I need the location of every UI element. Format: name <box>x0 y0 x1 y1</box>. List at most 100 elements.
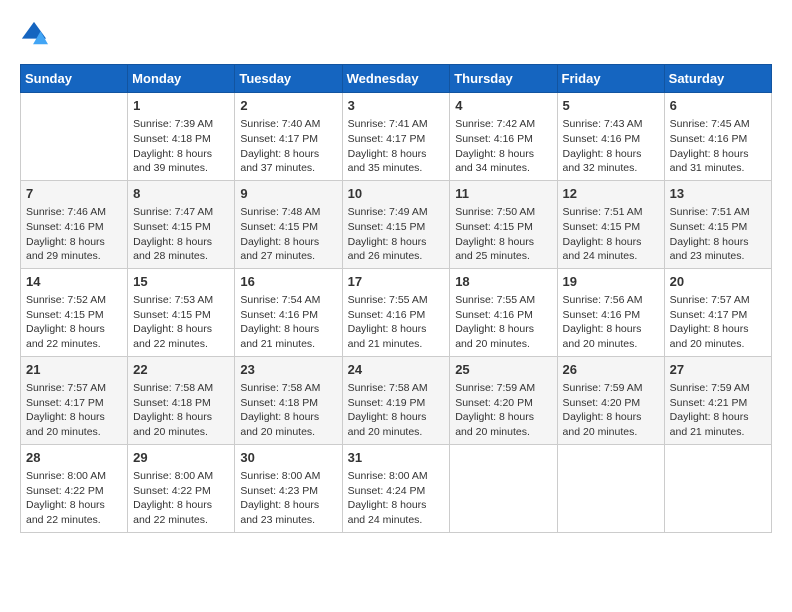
sunrise-text: Sunrise: 7:56 AM <box>563 293 659 308</box>
sunrise-text: Sunrise: 7:55 AM <box>455 293 551 308</box>
logo-icon <box>20 20 48 48</box>
day-number: 17 <box>348 273 445 291</box>
daylight-text: Daylight: 8 hours and 20 minutes. <box>348 410 445 439</box>
sunrise-text: Sunrise: 7:48 AM <box>240 205 336 220</box>
sunset-text: Sunset: 4:19 PM <box>348 396 445 411</box>
daylight-text: Daylight: 8 hours and 37 minutes. <box>240 147 336 176</box>
sunset-text: Sunset: 4:15 PM <box>455 220 551 235</box>
day-number: 13 <box>670 185 766 203</box>
calendar-cell: 16Sunrise: 7:54 AMSunset: 4:16 PMDayligh… <box>235 268 342 356</box>
calendar-cell: 31Sunrise: 8:00 AMSunset: 4:24 PMDayligh… <box>342 444 450 532</box>
sunset-text: Sunset: 4:15 PM <box>348 220 445 235</box>
sunrise-text: Sunrise: 7:55 AM <box>348 293 445 308</box>
sunrise-text: Sunrise: 7:51 AM <box>563 205 659 220</box>
day-number: 5 <box>563 97 659 115</box>
daylight-text: Daylight: 8 hours and 27 minutes. <box>240 235 336 264</box>
calendar-cell: 8Sunrise: 7:47 AMSunset: 4:15 PMDaylight… <box>128 180 235 268</box>
sunset-text: Sunset: 4:16 PM <box>26 220 122 235</box>
calendar-cell: 25Sunrise: 7:59 AMSunset: 4:20 PMDayligh… <box>450 356 557 444</box>
sunset-text: Sunset: 4:23 PM <box>240 484 336 499</box>
day-number: 23 <box>240 361 336 379</box>
calendar-cell: 13Sunrise: 7:51 AMSunset: 4:15 PMDayligh… <box>664 180 771 268</box>
daylight-text: Daylight: 8 hours and 22 minutes. <box>26 322 122 351</box>
sunset-text: Sunset: 4:15 PM <box>26 308 122 323</box>
day-number: 3 <box>348 97 445 115</box>
sunset-text: Sunset: 4:24 PM <box>348 484 445 499</box>
day-number: 11 <box>455 185 551 203</box>
sunrise-text: Sunrise: 8:00 AM <box>26 469 122 484</box>
calendar-cell: 19Sunrise: 7:56 AMSunset: 4:16 PMDayligh… <box>557 268 664 356</box>
sunset-text: Sunset: 4:17 PM <box>240 132 336 147</box>
sunrise-text: Sunrise: 7:42 AM <box>455 117 551 132</box>
sunrise-text: Sunrise: 7:41 AM <box>348 117 445 132</box>
sunrise-text: Sunrise: 7:39 AM <box>133 117 229 132</box>
calendar-cell: 1Sunrise: 7:39 AMSunset: 4:18 PMDaylight… <box>128 93 235 181</box>
sunrise-text: Sunrise: 7:52 AM <box>26 293 122 308</box>
sunset-text: Sunset: 4:17 PM <box>348 132 445 147</box>
weekday-header: Monday <box>128 65 235 93</box>
sunrise-text: Sunrise: 8:00 AM <box>133 469 229 484</box>
daylight-text: Daylight: 8 hours and 24 minutes. <box>348 498 445 527</box>
sunset-text: Sunset: 4:16 PM <box>455 308 551 323</box>
calendar-cell: 10Sunrise: 7:49 AMSunset: 4:15 PMDayligh… <box>342 180 450 268</box>
day-number: 2 <box>240 97 336 115</box>
daylight-text: Daylight: 8 hours and 20 minutes. <box>455 410 551 439</box>
sunset-text: Sunset: 4:15 PM <box>240 220 336 235</box>
sunrise-text: Sunrise: 7:43 AM <box>563 117 659 132</box>
daylight-text: Daylight: 8 hours and 31 minutes. <box>670 147 766 176</box>
daylight-text: Daylight: 8 hours and 20 minutes. <box>670 322 766 351</box>
day-number: 10 <box>348 185 445 203</box>
sunrise-text: Sunrise: 7:54 AM <box>240 293 336 308</box>
calendar-cell: 15Sunrise: 7:53 AMSunset: 4:15 PMDayligh… <box>128 268 235 356</box>
day-number: 24 <box>348 361 445 379</box>
calendar-cell: 20Sunrise: 7:57 AMSunset: 4:17 PMDayligh… <box>664 268 771 356</box>
day-number: 6 <box>670 97 766 115</box>
weekday-header: Thursday <box>450 65 557 93</box>
sunset-text: Sunset: 4:16 PM <box>348 308 445 323</box>
daylight-text: Daylight: 8 hours and 22 minutes. <box>26 498 122 527</box>
calendar-cell: 7Sunrise: 7:46 AMSunset: 4:16 PMDaylight… <box>21 180 128 268</box>
calendar-cell <box>664 444 771 532</box>
calendar-cell: 4Sunrise: 7:42 AMSunset: 4:16 PMDaylight… <box>450 93 557 181</box>
calendar-week-row: 7Sunrise: 7:46 AMSunset: 4:16 PMDaylight… <box>21 180 772 268</box>
calendar-cell: 27Sunrise: 7:59 AMSunset: 4:21 PMDayligh… <box>664 356 771 444</box>
day-number: 16 <box>240 273 336 291</box>
sunset-text: Sunset: 4:15 PM <box>563 220 659 235</box>
sunset-text: Sunset: 4:20 PM <box>563 396 659 411</box>
sunset-text: Sunset: 4:15 PM <box>133 220 229 235</box>
day-number: 1 <box>133 97 229 115</box>
sunrise-text: Sunrise: 7:47 AM <box>133 205 229 220</box>
sunrise-text: Sunrise: 8:00 AM <box>348 469 445 484</box>
daylight-text: Daylight: 8 hours and 21 minutes. <box>670 410 766 439</box>
sunrise-text: Sunrise: 7:50 AM <box>455 205 551 220</box>
calendar-cell: 17Sunrise: 7:55 AMSunset: 4:16 PMDayligh… <box>342 268 450 356</box>
daylight-text: Daylight: 8 hours and 20 minutes. <box>563 410 659 439</box>
sunrise-text: Sunrise: 7:51 AM <box>670 205 766 220</box>
day-number: 7 <box>26 185 122 203</box>
sunset-text: Sunset: 4:16 PM <box>563 132 659 147</box>
daylight-text: Daylight: 8 hours and 29 minutes. <box>26 235 122 264</box>
daylight-text: Daylight: 8 hours and 35 minutes. <box>348 147 445 176</box>
daylight-text: Daylight: 8 hours and 20 minutes. <box>26 410 122 439</box>
sunset-text: Sunset: 4:20 PM <box>455 396 551 411</box>
calendar-cell: 24Sunrise: 7:58 AMSunset: 4:19 PMDayligh… <box>342 356 450 444</box>
calendar-cell: 29Sunrise: 8:00 AMSunset: 4:22 PMDayligh… <box>128 444 235 532</box>
daylight-text: Daylight: 8 hours and 20 minutes. <box>240 410 336 439</box>
calendar-week-row: 28Sunrise: 8:00 AMSunset: 4:22 PMDayligh… <box>21 444 772 532</box>
page-header <box>20 20 772 48</box>
sunset-text: Sunset: 4:22 PM <box>133 484 229 499</box>
calendar-week-row: 1Sunrise: 7:39 AMSunset: 4:18 PMDaylight… <box>21 93 772 181</box>
sunset-text: Sunset: 4:17 PM <box>670 308 766 323</box>
weekday-header: Sunday <box>21 65 128 93</box>
weekday-header: Tuesday <box>235 65 342 93</box>
day-number: 30 <box>240 449 336 467</box>
daylight-text: Daylight: 8 hours and 25 minutes. <box>455 235 551 264</box>
sunrise-text: Sunrise: 7:59 AM <box>563 381 659 396</box>
calendar-cell: 22Sunrise: 7:58 AMSunset: 4:18 PMDayligh… <box>128 356 235 444</box>
day-number: 15 <box>133 273 229 291</box>
day-number: 27 <box>670 361 766 379</box>
calendar-cell: 11 Sunrise: 7:50 AMSunset: 4:15 PMDayligh… <box>450 180 557 268</box>
sunset-text: Sunset: 4:16 PM <box>240 308 336 323</box>
calendar-cell <box>450 444 557 532</box>
sunset-text: Sunset: 4:18 PM <box>240 396 336 411</box>
